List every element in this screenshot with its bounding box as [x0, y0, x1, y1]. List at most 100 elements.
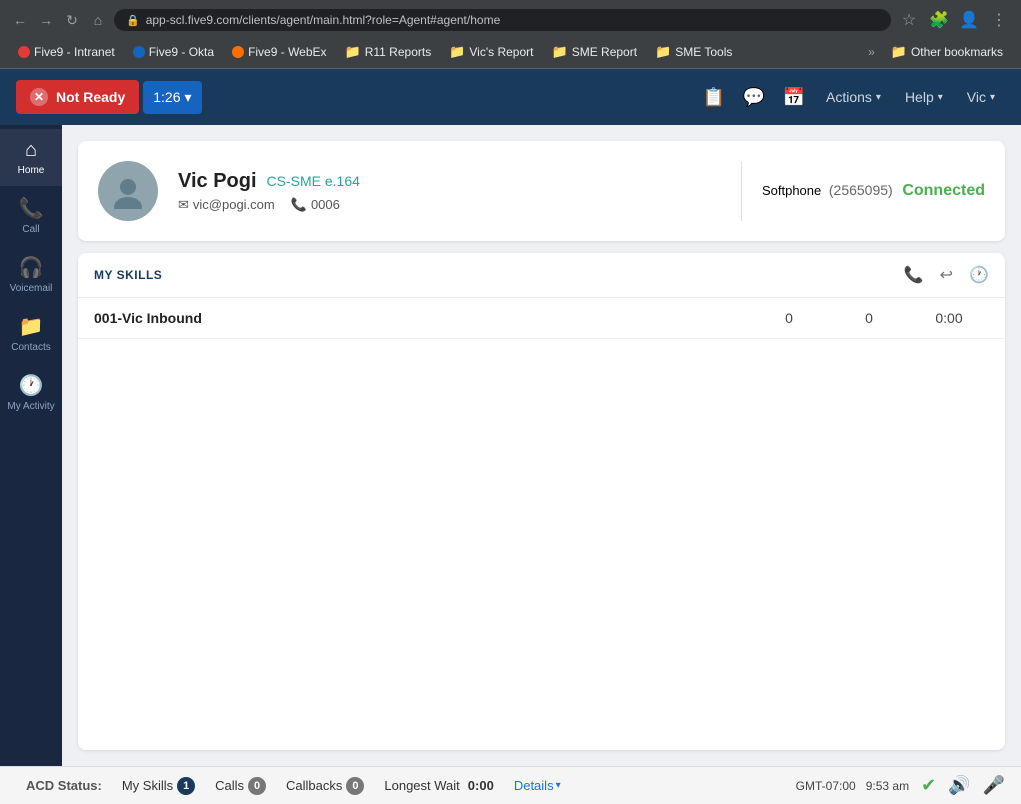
longest-wait-value: 0:00: [468, 778, 494, 793]
back-button[interactable]: ←: [10, 10, 30, 30]
my-skills-label: My Skills: [122, 778, 173, 793]
bookmark-label: Five9 - WebEx: [248, 45, 326, 59]
status-right-section: GMT-07:00 9:53 am ✔ 🔊 🎤: [796, 775, 1005, 796]
profile-card: Vic Pogi CS-SME e.164 ✉ vic@pogi.com 📞 0…: [78, 141, 1005, 241]
forward-button[interactable]: →: [36, 10, 56, 30]
bookmark-label: Five9 - Intranet: [34, 45, 115, 59]
activity-icon: 🕐: [19, 373, 44, 398]
bookmark-dot: [133, 46, 145, 58]
sidebar-item-home[interactable]: ⌂ Home: [0, 129, 62, 186]
sidebar-item-voicemail[interactable]: 🎧 Voicemail: [0, 245, 62, 304]
bookmark-vics-report[interactable]: 📁 Vic's Report: [441, 42, 541, 62]
softphone-status: Connected: [902, 182, 985, 199]
bookmark-five9-webex[interactable]: Five9 - WebEx: [224, 43, 334, 61]
extension-button[interactable]: 🧩: [927, 8, 951, 32]
callbacks-label: Callbacks: [286, 778, 342, 793]
my-skills-status-item[interactable]: My Skills 1: [112, 777, 205, 795]
profile-info: Vic Pogi CS-SME e.164 ✉ vic@pogi.com 📞 0…: [178, 170, 721, 213]
help-menu-button[interactable]: Help ▾: [895, 81, 953, 113]
profile-button[interactable]: 👤: [957, 8, 981, 32]
calls-column-icon: 📞: [904, 265, 924, 285]
folder-icon: 📁: [449, 44, 465, 60]
skills-card: MY SKILLS 📞 ↩ 🕐 001-Vic Inbound 0 0 0:00: [78, 253, 1005, 750]
skills-table: 001-Vic Inbound 0 0 0:00: [78, 298, 1005, 339]
address-bar[interactable]: 🔒 app-scl.five9.com/clients/agent/main.h…: [114, 9, 891, 31]
profile-contact-row: ✉ vic@pogi.com 📞 0006: [178, 197, 721, 213]
header-icon-buttons: 📋 💬 📅 Actions ▾ Help ▾ Vic ▾: [696, 79, 1005, 115]
profile-email-item: ✉ vic@pogi.com: [178, 197, 275, 213]
details-link[interactable]: Details ▾: [514, 778, 561, 793]
home-browser-button[interactable]: ⌂: [88, 10, 108, 30]
skill-callbacks-value: 0: [829, 310, 909, 326]
bookmark-five9-intranet[interactable]: Five9 - Intranet: [10, 43, 123, 61]
microphone-icon-button[interactable]: 🎤: [983, 775, 1005, 796]
table-row: 001-Vic Inbound 0 0 0:00: [78, 298, 1005, 339]
lock-icon: 🔒: [126, 14, 140, 27]
sidebar-item-my-activity[interactable]: 🕐 My Activity: [0, 363, 62, 422]
timer-badge[interactable]: 1:26 ▾: [143, 81, 201, 114]
profile-role-text: CS-SME e.164: [267, 173, 360, 189]
sidebar-item-label-voicemail: Voicemail: [10, 283, 53, 294]
callbacks-status-item: Callbacks 0: [276, 777, 374, 795]
refresh-button[interactable]: ↻: [62, 10, 82, 30]
status-bar: ACD Status: My Skills 1 Calls 0 Callback…: [0, 766, 1021, 804]
callbacks-column-icon: ↩: [940, 265, 953, 285]
main-content: Vic Pogi CS-SME e.164 ✉ vic@pogi.com 📞 0…: [62, 125, 1021, 766]
skill-name: 001-Vic Inbound: [94, 310, 749, 326]
timer-value: 1:26: [153, 89, 180, 105]
timezone-text: GMT-07:00: [796, 779, 856, 793]
url-text: app-scl.five9.com/clients/agent/main.htm…: [146, 13, 501, 27]
help-label: Help: [905, 89, 934, 105]
bookmark-sme-tools[interactable]: 📁 SME Tools: [647, 42, 740, 62]
timer-caret-icon: ▾: [184, 89, 191, 106]
star-button[interactable]: ☆: [897, 8, 921, 32]
help-caret-icon: ▾: [938, 92, 943, 103]
call-icon: 📞: [19, 196, 44, 221]
my-skills-badge: 1: [177, 777, 195, 795]
folder-icon: 📁: [891, 44, 907, 60]
not-ready-button[interactable]: ✕ Not Ready: [16, 80, 139, 114]
profile-email: vic@pogi.com: [193, 197, 275, 212]
sidebar: ⌂ Home 📞 Call 🎧 Voicemail 📁 Contacts 🕐 M…: [0, 125, 62, 766]
sidebar-item-label-call: Call: [22, 224, 39, 235]
callbacks-badge: 0: [346, 777, 364, 795]
user-menu-button[interactable]: Vic ▾: [957, 81, 1005, 113]
bookmark-five9-okta[interactable]: Five9 - Okta: [125, 43, 222, 61]
acd-status-label: ACD Status:: [26, 778, 102, 793]
sidebar-item-label-contacts: Contacts: [11, 342, 50, 353]
profile-phone: 0006: [311, 197, 340, 212]
sidebar-item-call[interactable]: 📞 Call: [0, 186, 62, 245]
vertical-divider: [741, 161, 742, 221]
sidebar-item-contacts[interactable]: 📁 Contacts: [0, 304, 62, 363]
browser-nav-bar: ← → ↻ ⌂ 🔒 app-scl.five9.com/clients/agen…: [0, 0, 1021, 40]
avatar-icon: [110, 173, 146, 209]
bookmark-label: R11 Reports: [365, 45, 431, 59]
actions-menu-button[interactable]: Actions ▾: [816, 81, 891, 113]
more-bookmarks-button[interactable]: »: [862, 43, 881, 61]
actions-caret-icon: ▾: [876, 92, 881, 103]
longest-wait-status-item: Longest Wait 0:00: [374, 778, 503, 793]
app-header: ✕ Not Ready 1:26 ▾ 📋 💬 📅 Actions ▾ Help …: [0, 69, 1021, 125]
details-caret-icon: ▾: [556, 780, 561, 791]
clipboard-icon-button[interactable]: 📋: [696, 79, 732, 115]
bookmark-sme-report[interactable]: 📁 SME Report: [544, 42, 646, 62]
bookmark-dot: [232, 46, 244, 58]
contacts-icon: 📁: [19, 314, 44, 339]
folder-icon: 📁: [655, 44, 671, 60]
time-text: 9:53 am: [866, 779, 909, 793]
chat-icon-button[interactable]: 💬: [736, 79, 772, 115]
bookmark-label: Five9 - Okta: [149, 45, 214, 59]
details-status-item[interactable]: Details ▾: [504, 778, 571, 793]
calendar-icon-button[interactable]: 📅: [776, 79, 812, 115]
menu-button[interactable]: ⋮: [987, 8, 1011, 32]
calls-badge: 0: [248, 777, 266, 795]
green-status-icon-button[interactable]: ✔: [921, 775, 936, 796]
not-ready-label: Not Ready: [56, 89, 125, 105]
bookmark-r11-reports[interactable]: 📁 R11 Reports: [337, 42, 440, 62]
longest-wait-label: Longest Wait: [384, 778, 459, 793]
bookmark-dot: [18, 46, 30, 58]
other-bookmarks-label: Other bookmarks: [911, 45, 1003, 59]
bookmark-label: Vic's Report: [469, 45, 533, 59]
volume-icon-button[interactable]: 🔊: [948, 775, 970, 796]
bookmark-other[interactable]: 📁 Other bookmarks: [883, 42, 1011, 62]
